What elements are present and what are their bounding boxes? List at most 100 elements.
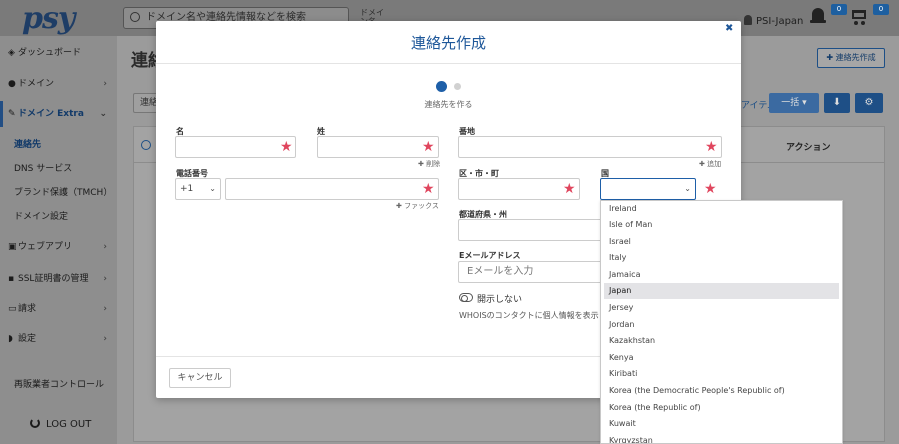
required-star-icon: ★ [422,139,435,155]
shield-icon: ◗ [8,334,13,344]
phone-number-field[interactable] [225,178,439,200]
country-option[interactable]: Ireland [604,201,839,217]
bulk-action-button[interactable]: 一括 ▾ [769,93,819,113]
required-star-icon: ★ [563,181,576,197]
add-fax-text: ファックス [404,202,439,210]
add-contact-button[interactable]: ✚ 連絡先作成 [817,48,885,68]
wrench-icon: ✎ [8,109,16,119]
chevron-down-icon: ⌄ [209,184,216,193]
apps-icon: ▣ [8,242,17,252]
chevron-down-icon: ⌄ [99,109,107,119]
country-option[interactable]: Jordan [604,317,839,333]
sidebar-item-label: 請求 [18,304,37,314]
step-indicator-inactive [454,83,461,90]
divider [156,63,741,64]
email-field[interactable]: Eメールを入力 [458,261,602,283]
sidebar-item-label: SSL証明書の管理 [18,274,89,284]
sidebar-item-billing[interactable]: ▭請求 › [0,296,117,322]
required-star-icon: ★ [705,139,718,155]
bell-icon[interactable] [810,8,826,26]
country-dropdown-list[interactable]: Ireland Isle of Man Israel Italy Jamaica… [600,200,843,444]
required-star-icon: ★ [704,181,717,197]
add-fax-link[interactable]: ✚ ファックス [396,201,439,211]
address-field[interactable] [458,136,722,158]
sidebar-subitem-dns[interactable]: DNS サービス [14,161,72,174]
sidebar-item-domains[interactable]: ● ドメイン › [0,71,117,97]
sidebar-item-ssl[interactable]: ▪ SSL証明書の管理 › [0,266,117,292]
user-name: PSI-Japan [756,16,804,27]
sidebar-item-label: ドメイン [18,79,55,89]
required-star-icon: ★ [280,139,293,155]
cart-count-badge: 0 [873,4,889,15]
remove-name-text: 削除 [426,160,441,168]
country-option[interactable]: Kenya [604,350,839,366]
chevron-down-icon: ⌄ [684,184,691,193]
chevron-right-icon: › [103,334,107,344]
dashboard-icon: ◈ [8,48,15,58]
email-placeholder: Eメールを入力 [467,266,534,277]
remove-name-link[interactable]: ✚ 削除 [418,159,440,169]
chevron-right-icon: › [103,242,107,252]
country-option[interactable]: Korea (the Democratic People's Republic … [604,383,839,399]
globe-icon: ● [8,79,16,89]
privacy-toggle-label: 開示しない [477,295,523,305]
sidebar-item-web-apps[interactable]: ▣ウェブアプリ › [0,234,117,260]
lock-icon: ▪ [8,274,15,284]
required-star-icon: ★ [422,181,435,197]
step-indicator-active [436,81,447,92]
country-option[interactable]: Jersey [604,300,839,316]
sidebar-subitem-tmch[interactable]: ブランド保護（TMCH） [14,185,112,198]
notification-count-badge: 0 [831,4,847,15]
sidebar-item-settings[interactable]: ◗ 設定 › [0,326,117,352]
bulk-label: 一括 [781,98,800,108]
sidebar-subitem-contacts[interactable]: 連絡先 [14,137,41,150]
chevron-right-icon: › [103,274,107,284]
cancel-button[interactable]: キャンセル [169,368,231,388]
sidebar-item-label: 設定 [18,334,37,344]
sidebar-item-domain-extra[interactable]: ✎ ドメイン Extra ⌄ [0,101,117,127]
country-option[interactable]: Kuwait [604,416,839,432]
add-address-link[interactable]: ✚ 追加 [699,159,721,169]
search-scope-line1: ドメイ [360,8,384,17]
email-label: Eメールアドレス [459,251,521,260]
prefecture-field[interactable] [458,219,602,241]
caret-down-icon: ▾ [799,98,807,108]
country-option[interactable]: Korea (the Republic of) [604,400,839,416]
sidebar-item-label: ウェブアプリ [18,242,73,252]
power-icon [30,418,40,428]
add-contact-label: 連絡先作成 [835,53,876,62]
phone-code-value: +1 [180,184,194,194]
download-icon[interactable]: ⬇ [824,93,850,113]
action-column-header: アクション [786,143,831,153]
search-icon [130,12,140,22]
add-address-text: 追加 [707,160,722,168]
sidebar-subitem-domain-settings[interactable]: ドメイン設定 [14,209,68,222]
cart-icon[interactable] [850,8,868,26]
phone-country-code-select[interactable]: +1 ⌄ [175,178,221,200]
close-icon[interactable]: ✖ [725,23,733,34]
gear-icon[interactable]: ⚙ [855,93,883,113]
user-icon [744,15,752,25]
user-menu[interactable]: PSI-Japan [744,15,803,27]
brand-logo[interactable]: psy [22,1,75,36]
first-name-field[interactable] [175,136,296,158]
privacy-toggle[interactable] [459,293,473,302]
sidebar-item-reseller-control[interactable]: 再販業者コントロール [14,377,104,390]
whois-note: WHOISのコンタクトに個人情報を表示しない [459,311,601,320]
country-option[interactable]: Israel [604,234,839,250]
country-option[interactable]: Isle of Man [604,217,839,233]
city-field[interactable] [458,178,580,200]
sidebar-item-dashboard[interactable]: ◈ ダッシュボード [0,40,117,66]
logout-button[interactable]: LOG OUT [30,418,91,430]
country-option[interactable]: Jamaica [604,267,839,283]
select-all-radio[interactable] [141,140,151,150]
logout-label: LOG OUT [46,419,92,430]
country-option-highlighted[interactable]: Japan [604,283,839,299]
chevron-right-icon: › [103,79,107,89]
country-option[interactable]: Kiribati [604,366,839,382]
country-select[interactable]: ⌄ [600,178,696,200]
country-option[interactable]: Kyrgyzstan [604,433,839,443]
last-name-field[interactable] [317,136,439,158]
country-option[interactable]: Italy [604,250,839,266]
country-option[interactable]: Kazakhstan [604,333,839,349]
